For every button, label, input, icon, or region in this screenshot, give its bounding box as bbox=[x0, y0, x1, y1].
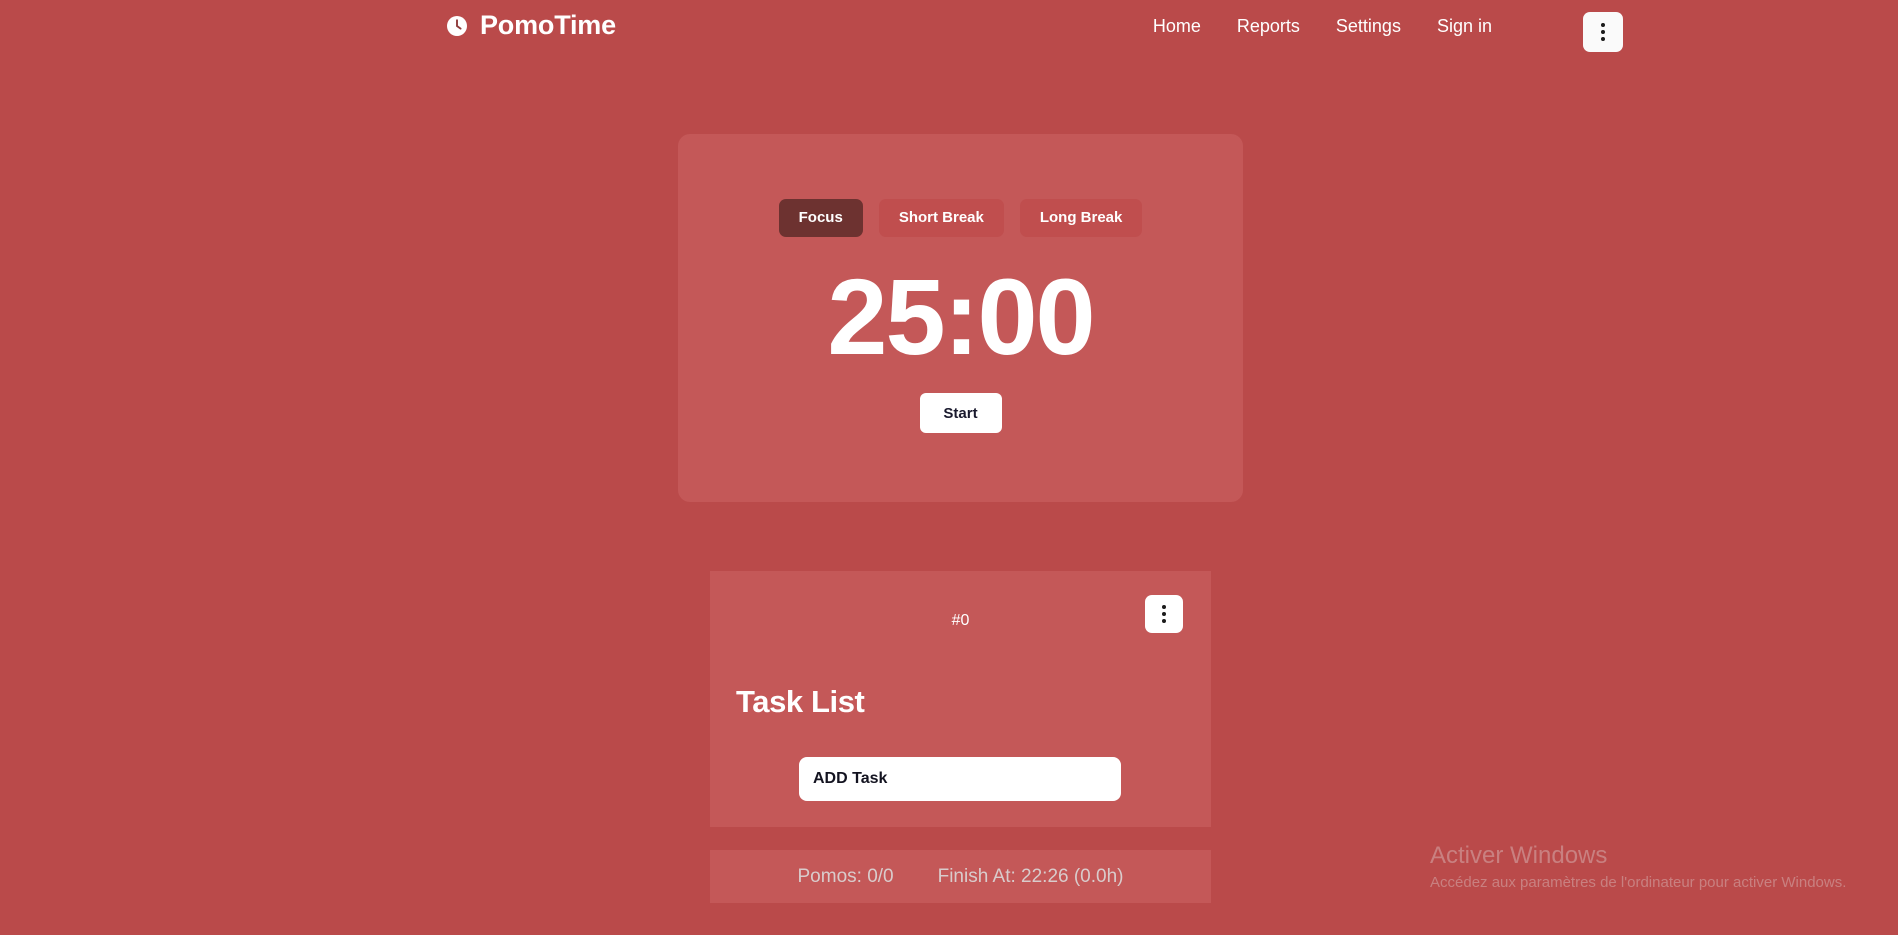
tab-short-break[interactable]: Short Break bbox=[878, 199, 1004, 237]
start-button-wrap: Start bbox=[678, 393, 1243, 433]
kebab-menu-icon bbox=[1601, 30, 1605, 34]
kebab-menu-icon bbox=[1601, 37, 1605, 41]
windows-activation-watermark: Activer Windows Accédez aux paramètres d… bbox=[1430, 842, 1846, 892]
nav-link-sign-in[interactable]: Sign in bbox=[1437, 17, 1492, 35]
nav-link-reports[interactable]: Reports bbox=[1237, 17, 1300, 35]
task-list-card: #0 Task List bbox=[710, 571, 1211, 827]
tab-focus[interactable]: Focus bbox=[778, 199, 863, 237]
main-nav: Home Reports Settings Sign in bbox=[1153, 17, 1492, 35]
task-counter: #0 bbox=[951, 612, 970, 629]
app-header: PomoTime Home Reports Settings Sign in bbox=[0, 0, 1898, 68]
nav-link-settings[interactable]: Settings bbox=[1336, 17, 1401, 35]
start-button[interactable]: Start bbox=[919, 393, 1002, 433]
kebab-menu-icon bbox=[1162, 619, 1166, 623]
finish-at-time: Finish At: 22:26 (0.0h) bbox=[937, 866, 1124, 887]
brand-logo[interactable]: PomoTime bbox=[445, 12, 616, 39]
timer-mode-tabs: Focus Short Break Long Break bbox=[678, 134, 1243, 237]
clock-icon bbox=[445, 14, 469, 38]
timer-display: 25:00 bbox=[827, 256, 1095, 377]
pomos-count: Pomos: 0/0 bbox=[797, 866, 894, 887]
task-menu-button[interactable] bbox=[1145, 595, 1183, 633]
kebab-menu-icon bbox=[1162, 612, 1166, 616]
kebab-menu-icon bbox=[1162, 605, 1166, 609]
add-task-input[interactable] bbox=[799, 757, 1121, 801]
kebab-menu-icon bbox=[1601, 23, 1605, 27]
watermark-subtitle: Accédez aux paramètres de l'ordinateur p… bbox=[1430, 873, 1847, 891]
timer-card: Focus Short Break Long Break 25:00 Start bbox=[678, 134, 1243, 502]
brand-name: PomoTime bbox=[480, 10, 616, 40]
task-list-title: Task List bbox=[736, 684, 865, 719]
status-bar: Pomos: 0/0 Finish At: 22:26 (0.0h) bbox=[710, 850, 1211, 903]
tab-long-break[interactable]: Long Break bbox=[1019, 199, 1143, 237]
watermark-title: Activer Windows bbox=[1430, 842, 1608, 869]
nav-link-home[interactable]: Home bbox=[1153, 17, 1201, 35]
header-menu-button[interactable] bbox=[1583, 12, 1623, 52]
